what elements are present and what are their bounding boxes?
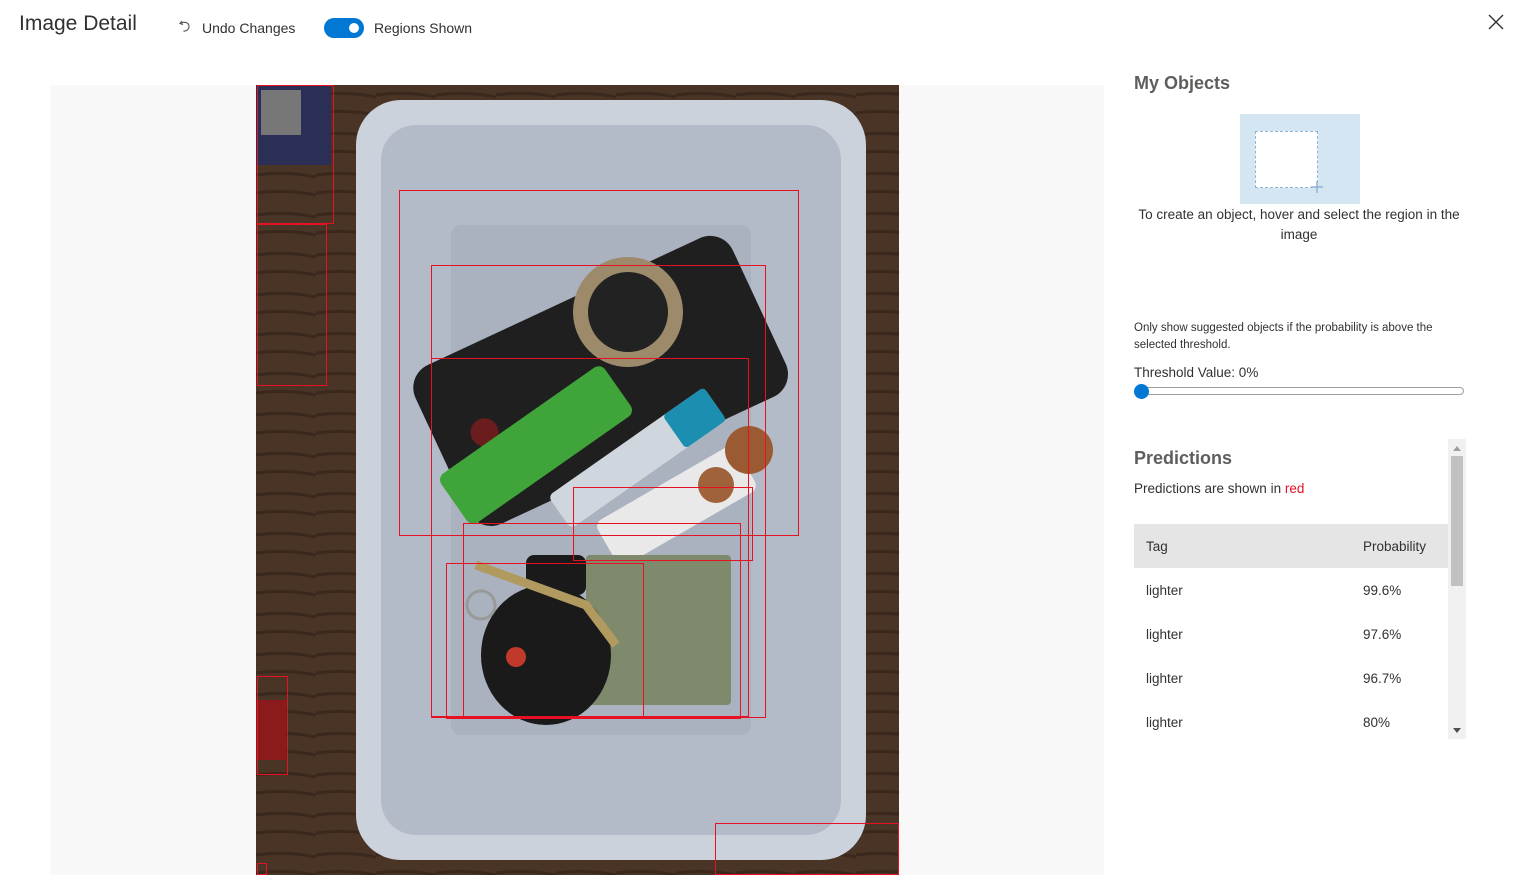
- predictions-scrollbar[interactable]: [1448, 439, 1466, 739]
- predictions-color-word: red: [1284, 481, 1305, 496]
- add-object-tile[interactable]: [1240, 114, 1360, 204]
- threshold-note: Only show suggested objects if the proba…: [1134, 322, 1433, 351]
- regions-shown-toggle[interactable]: Regions Shown: [324, 18, 472, 38]
- scrollbar-thumb[interactable]: [1451, 456, 1463, 586]
- table-row[interactable]: lighter 99.6%: [1134, 568, 1448, 612]
- table-header: Tag Probability: [1134, 524, 1448, 568]
- region-box[interactable]: [257, 85, 334, 224]
- header-bar: Image Detail Undo Changes Regions Shown: [0, 0, 1520, 56]
- undo-changes-button[interactable]: Undo Changes: [177, 18, 295, 38]
- region-box[interactable]: [257, 676, 288, 775]
- scroll-down-arrow-icon[interactable]: [1448, 723, 1466, 737]
- threshold-slider[interactable]: [1134, 383, 1464, 399]
- image-canvas[interactable]: [51, 85, 1104, 875]
- region-box[interactable]: [257, 224, 327, 386]
- scroll-up-arrow-icon[interactable]: [1448, 441, 1466, 455]
- row-tag: lighter: [1146, 714, 1183, 730]
- toggle-knob: [349, 23, 359, 33]
- table-row[interactable]: lighter 80%: [1134, 700, 1448, 739]
- add-region-icon: [1310, 180, 1324, 194]
- row-probability: 96.7%: [1363, 670, 1402, 686]
- region-placeholder: [1255, 131, 1318, 188]
- predictions-subtitle-text: Predictions are shown in: [1134, 481, 1285, 496]
- slider-track[interactable]: [1138, 387, 1464, 395]
- row-probability: 97.6%: [1363, 626, 1402, 642]
- undo-icon: [177, 18, 193, 39]
- region-box[interactable]: [463, 523, 741, 719]
- table-row[interactable]: lighter 96.7%: [1134, 656, 1448, 700]
- undo-changes-label: Undo Changes: [202, 20, 296, 36]
- close-button[interactable]: [1484, 12, 1508, 36]
- my-objects-title: My Objects: [1134, 73, 1231, 93]
- region-box[interactable]: [715, 823, 899, 875]
- column-header-probability[interactable]: Probability: [1363, 539, 1448, 554]
- table-row[interactable]: lighter 97.6%: [1134, 612, 1448, 656]
- predictions-title: Predictions: [1134, 448, 1233, 468]
- close-icon: [1487, 13, 1505, 36]
- create-object-hint: To create an object, hover and select th…: [1138, 207, 1460, 242]
- toggle-switch[interactable]: [324, 18, 364, 38]
- predictions-subtitle: Predictions are shown in red: [1134, 481, 1304, 496]
- threshold-value-label: Threshold Value: 0%: [1134, 365, 1259, 380]
- predictions-panel: Predictions Predictions are shown in red…: [1134, 439, 1466, 739]
- row-probability: 99.6%: [1363, 582, 1402, 598]
- regions-shown-label: Regions Shown: [374, 20, 473, 36]
- page-title: Image Detail: [19, 12, 137, 35]
- predictions-table: Tag Probability lighter 99.6% lighter 97…: [1134, 524, 1448, 739]
- row-tag: lighter: [1146, 626, 1183, 642]
- region-box[interactable]: [257, 863, 267, 875]
- row-probability: 80%: [1363, 714, 1391, 730]
- slider-thumb[interactable]: [1134, 384, 1149, 399]
- row-tag: lighter: [1146, 670, 1183, 686]
- column-header-tag[interactable]: Tag: [1134, 539, 1363, 554]
- row-tag: lighter: [1146, 582, 1183, 598]
